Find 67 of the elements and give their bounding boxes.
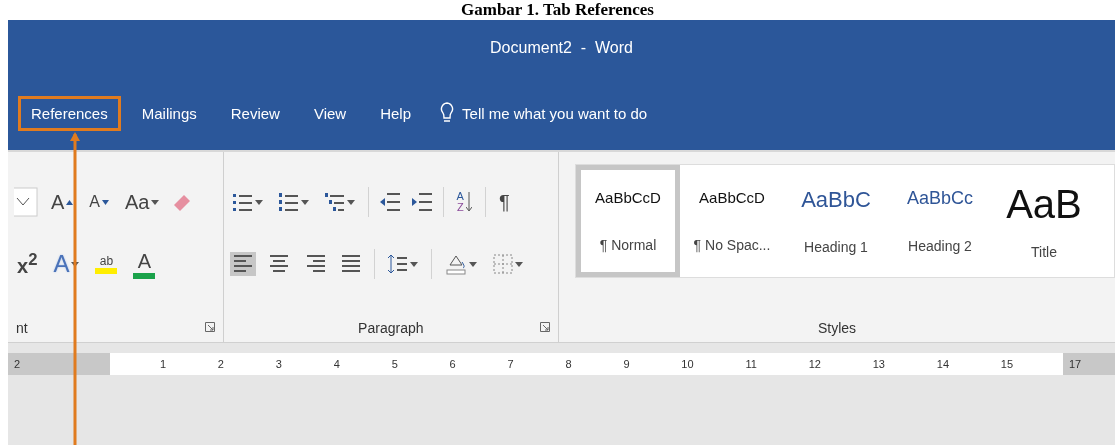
lightbulb-icon [440, 102, 455, 124]
ribbon-tab[interactable]: Review [217, 95, 293, 131]
ruler-number: 5 [391, 358, 398, 370]
color-bar-icon [133, 272, 156, 279]
dropdown-caret-icon [346, 199, 355, 205]
ruler-number: 2 [13, 358, 22, 370]
grow-font-button[interactable]: A [48, 187, 77, 217]
ruler-number: 8 [565, 358, 572, 370]
font-color-button[interactable]: A [130, 246, 159, 282]
align-justify-icon [340, 255, 361, 273]
ribbon-tab[interactable]: View [300, 95, 360, 131]
numbered-list-icon [278, 193, 299, 211]
down-triangle-icon [102, 199, 109, 205]
down-arrow-icon [465, 192, 472, 212]
group-label: Paragraph [358, 320, 424, 336]
dropdown-caret-icon [468, 261, 477, 267]
increase-indent-icon[interactable] [410, 193, 433, 211]
dropdown-caret-icon [151, 199, 160, 205]
highlight-button[interactable]: ab [92, 251, 121, 277]
ribbon-tab[interactable]: Help [367, 95, 425, 131]
tell-me-field[interactable]: Tell me what you want to do [462, 104, 648, 122]
ruler-number: 3 [275, 358, 282, 370]
window-title: Document2 - Word [490, 39, 633, 57]
ruler-number: 11 [745, 358, 757, 370]
ruler-number: 1 [159, 358, 167, 370]
ruler-number: 15 [1000, 358, 1014, 370]
ruler-number: 7 [507, 358, 514, 370]
group-label: nt [16, 320, 28, 336]
style-gallery-item[interactable]: AaBbCcD ¶ Normal [576, 165, 680, 277]
group-label: Styles [817, 320, 857, 336]
paint-bucket-icon [444, 253, 467, 275]
ruler-number: 14 [936, 358, 949, 370]
align-center-icon [268, 255, 289, 273]
dropdown-caret-icon [300, 199, 309, 205]
borders-icon [492, 254, 513, 274]
change-case-button[interactable]: Aa [122, 187, 163, 217]
ruler-number: 2 [217, 358, 224, 370]
color-bar-icon [95, 268, 118, 274]
multilevel-list-icon [324, 193, 345, 211]
shrink-font-button[interactable]: A [86, 190, 112, 214]
ribbon-tab[interactable]: Mailings [128, 95, 210, 131]
dropdown-caret-icon [254, 199, 263, 205]
ruler-number: 9 [623, 358, 630, 370]
decrease-indent-icon[interactable] [378, 193, 401, 211]
figure-caption: Gambar 1. Tab References [461, 0, 654, 19]
text-effects-button[interactable]: A [50, 247, 83, 281]
ribbon-tab[interactable]: References [18, 95, 121, 131]
align-button[interactable] [229, 252, 256, 276]
ruler-number: 12 [808, 358, 821, 370]
ruler-number: 17 [1068, 358, 1083, 370]
align-right-icon [304, 255, 325, 273]
dialog-launcher-icon[interactable] [204, 322, 215, 332]
ruler-number: 4 [333, 358, 340, 370]
dropdown-caret-icon [71, 261, 80, 267]
dialog-launcher-icon[interactable] [540, 322, 550, 332]
bullet-list-icon [232, 193, 253, 211]
sort-button[interactable]: A Z [453, 188, 475, 216]
line-spacing-icon [387, 254, 408, 274]
ruler-number: 13 [872, 358, 885, 370]
dropdown-caret-icon [409, 261, 418, 267]
superscript-button[interactable]: x$^{2}$ [14, 247, 41, 281]
align-left-icon [232, 255, 253, 273]
dropdown-caret-icon [514, 261, 523, 267]
ruler-number: 6 [449, 358, 456, 370]
up-triangle-icon [66, 199, 74, 205]
show-marks-button[interactable]: ¶ [495, 187, 513, 217]
ruler-number: 10 [681, 358, 694, 370]
